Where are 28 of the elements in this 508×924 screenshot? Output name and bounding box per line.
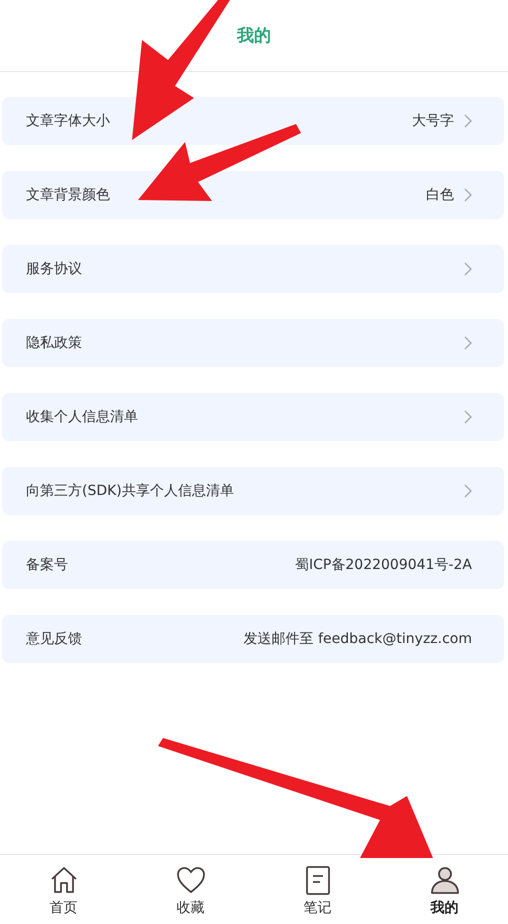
tab-item[interactable]: 收藏 xyxy=(127,855,254,924)
setting-label: 意见反馈 xyxy=(26,630,82,648)
settings-row[interactable]: 向第三方(SDK)共享个人信息清单 xyxy=(2,467,504,515)
setting-label: 文章字体大小 xyxy=(26,112,110,130)
settings-row[interactable]: 收集个人信息清单 xyxy=(2,393,504,441)
settings-row[interactable]: 服务协议 xyxy=(2,245,504,293)
person-icon xyxy=(430,865,460,895)
setting-label: 向第三方(SDK)共享个人信息清单 xyxy=(26,482,234,500)
setting-value: 白色 xyxy=(426,186,454,204)
setting-value: 蜀ICP备2022009041号-2A xyxy=(295,556,472,574)
house-icon xyxy=(48,865,78,895)
settings-row[interactable]: 隐私政策 xyxy=(2,319,504,367)
setting-label: 隐私政策 xyxy=(26,334,82,352)
tab-item[interactable]: 笔记 xyxy=(254,855,381,924)
settings-row[interactable]: 文章字体大小 大号字 xyxy=(2,97,504,145)
settings-row[interactable]: 文章背景颜色 白色 xyxy=(2,171,504,219)
setting-label: 收集个人信息清单 xyxy=(26,408,138,426)
settings-row[interactable]: 备案号 蜀ICP备2022009041号-2A xyxy=(2,541,504,589)
heart-icon xyxy=(176,865,206,895)
page-title: 我的 xyxy=(237,25,271,47)
setting-value: 发送邮件至 feedback@tinyzz.com xyxy=(244,630,472,648)
setting-label: 服务协议 xyxy=(26,260,82,278)
setting-label: 文章背景颜色 xyxy=(26,186,110,204)
settings-row[interactable]: 意见反馈 发送邮件至 feedback@tinyzz.com xyxy=(2,615,504,663)
setting-label: 备案号 xyxy=(26,556,68,574)
tab-item[interactable]: 我的 xyxy=(381,855,508,924)
tab-item[interactable]: 首页 xyxy=(0,855,127,924)
setting-value: 大号字 xyxy=(412,112,454,130)
